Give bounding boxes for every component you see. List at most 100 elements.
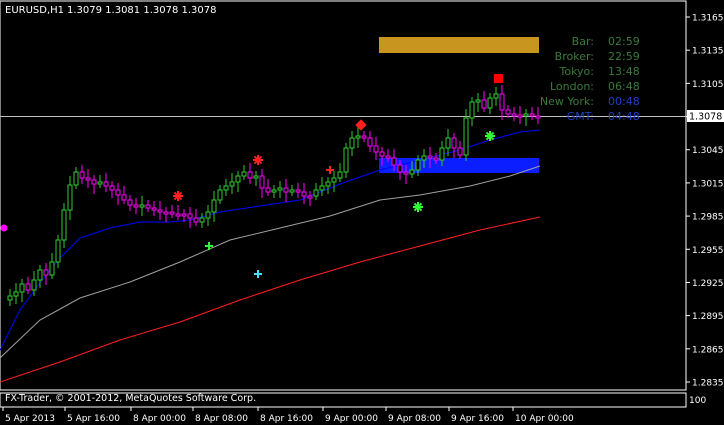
candle-body <box>319 185 325 191</box>
candle-body <box>313 189 319 197</box>
candle-body <box>427 155 433 159</box>
clock-value: 22:59 <box>608 50 640 63</box>
candle-body <box>157 209 163 213</box>
candle-body <box>97 181 103 185</box>
candle-body <box>289 189 295 193</box>
ma-mid-line <box>0 165 541 359</box>
candle-body <box>499 93 505 111</box>
candle-body <box>409 169 415 175</box>
candle-body <box>217 189 223 201</box>
candle-body <box>145 204 151 209</box>
clock-label: Bar: <box>572 35 594 48</box>
candle-body <box>397 164 403 173</box>
candle-body <box>205 211 211 219</box>
time-tick-label: 8 Apr 00:00 <box>133 414 186 424</box>
candle-body <box>31 279 37 291</box>
price-tick-label: 1.3165 <box>692 14 724 24</box>
clock-value: 13:48 <box>608 65 640 78</box>
time-tick-label: 9 Apr 00:00 <box>325 414 378 424</box>
candle-body <box>445 137 451 149</box>
candle-body <box>331 177 337 183</box>
candle-body <box>415 159 421 171</box>
copyright-text: FX-Trader, © 2001-2012, MetaQuotes Softw… <box>5 393 256 404</box>
candle-body <box>49 261 55 276</box>
candle-body <box>367 137 373 147</box>
current-price-label: 1.3078 <box>689 112 722 123</box>
time-tick-label: 5 Apr 2013 <box>5 414 55 424</box>
time-axis: 5 Apr 2013 5 Apr 16:00 8 Apr 00:00 8 Apr 08… <box>2 407 574 424</box>
candle-body <box>151 207 157 211</box>
indicator-level-label: 100 <box>689 396 706 406</box>
time-tick-label: 8 Apr 08:00 <box>195 414 248 424</box>
square-marker-icon <box>494 74 503 83</box>
candle-body <box>523 113 529 117</box>
candle-body <box>379 151 385 157</box>
ohlc-values: 1.3079 1.3081 1.3078 1.3078 <box>67 5 217 16</box>
candle-body <box>373 145 379 153</box>
candle-body <box>115 189 121 196</box>
candle-body <box>25 283 31 291</box>
price-tick-label: 1.3135 <box>692 47 724 57</box>
price-tick-label: 1.3015 <box>692 179 724 189</box>
candle-body <box>403 171 409 175</box>
candle-body <box>109 185 115 191</box>
candle-body <box>469 101 475 119</box>
clock-value: 02:59 <box>608 35 640 48</box>
candle-body <box>343 147 349 173</box>
candle-body <box>61 209 67 241</box>
clock-label: GMT: <box>567 110 594 123</box>
diamond-marker-icon <box>355 119 367 131</box>
candle-body <box>211 199 217 213</box>
candle-body <box>271 189 277 193</box>
candle-body <box>163 211 169 215</box>
candle-body <box>73 171 79 186</box>
candle-body <box>493 93 499 99</box>
price-tick-label: 1.2985 <box>692 213 724 223</box>
clock-label: London: <box>550 80 594 93</box>
candle-body <box>229 181 235 187</box>
time-tick-label: 9 Apr 16:00 <box>451 414 504 424</box>
time-tick-label: 5 Apr 16:00 <box>67 414 120 424</box>
candlesticks <box>7 85 541 306</box>
candle-body <box>91 179 97 185</box>
price-tick-label: 1.2895 <box>692 312 724 322</box>
left-edge-marker <box>0 224 8 232</box>
candle-body <box>55 239 61 263</box>
candle-body <box>223 185 229 191</box>
candle-body <box>169 211 175 215</box>
candle-body <box>529 113 535 117</box>
candle-body <box>505 109 511 115</box>
candle-body <box>85 177 91 181</box>
candle-body <box>421 155 427 161</box>
candle-body <box>127 199 133 206</box>
candle-body <box>133 204 139 208</box>
candle-body <box>253 175 259 179</box>
candle-body <box>265 187 271 193</box>
candle-body <box>295 189 301 193</box>
price-tick-label: 1.3105 <box>692 80 724 90</box>
candle-body <box>259 175 265 189</box>
clock-label: New York: <box>540 95 594 108</box>
price-tick-label: 1.2925 <box>692 279 724 289</box>
candle-body <box>79 171 85 179</box>
candle-body <box>433 157 439 161</box>
candle-body <box>187 213 193 219</box>
candle-body <box>355 135 361 139</box>
price-axis: 1.31651.31351.31051.30751.30451.30151.29… <box>686 14 724 389</box>
clock-label: Tokyo: <box>558 65 594 78</box>
candle-body <box>121 194 127 201</box>
candle-body <box>193 217 199 223</box>
candle-body <box>487 97 493 109</box>
clock-value: 04:48 <box>608 110 640 123</box>
price-chart[interactable]: 1.31651.31351.31051.30751.30451.30151.29… <box>0 0 724 425</box>
candle-body <box>37 269 43 281</box>
candle-body <box>349 137 355 149</box>
candle-body <box>181 213 187 217</box>
clock-label: Broker: <box>555 50 594 63</box>
resistance-zone-gold <box>379 37 539 53</box>
candle-body <box>139 204 145 208</box>
candle-body <box>439 147 445 161</box>
candle-body <box>337 171 343 179</box>
candle-body <box>13 291 19 297</box>
time-tick-label: 10 Apr 00:00 <box>515 414 574 424</box>
